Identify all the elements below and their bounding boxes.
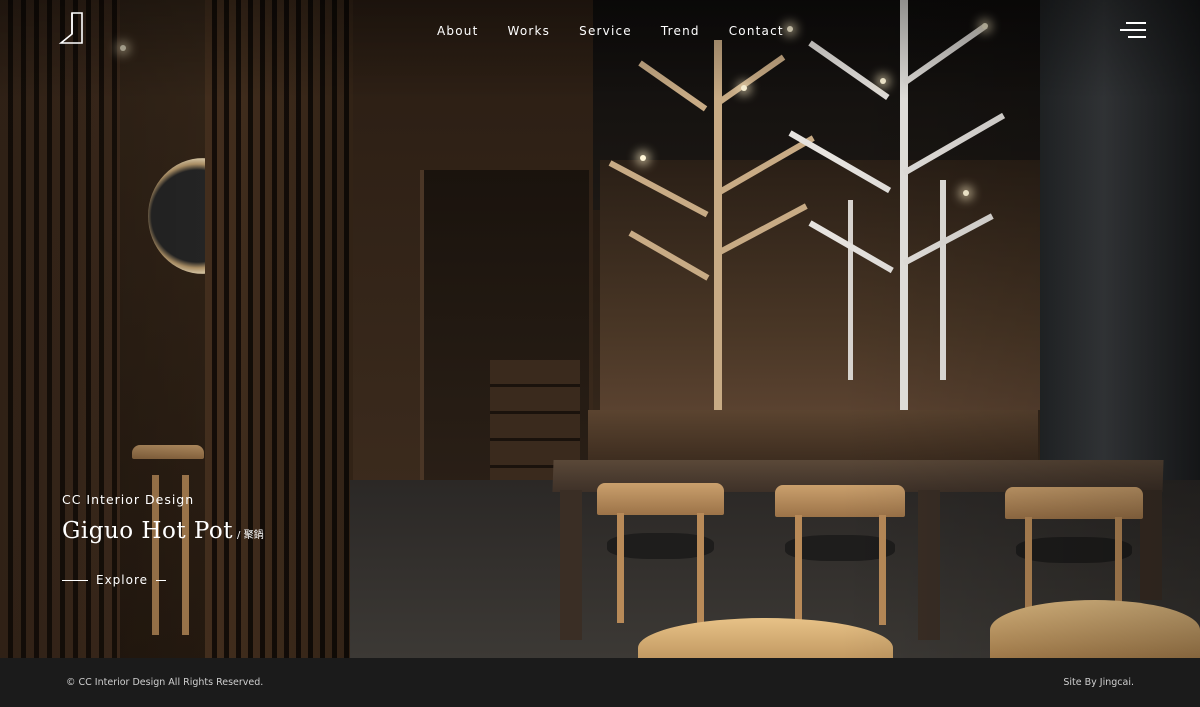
project-subtitle: / 聚鍋 bbox=[237, 530, 264, 541]
nav-item-contact[interactable]: Contact bbox=[729, 24, 784, 38]
explore-label: Explore bbox=[96, 573, 149, 587]
nav-item-works[interactable]: Works bbox=[507, 24, 550, 38]
explore-line-right bbox=[156, 579, 167, 581]
nav-item-about[interactable]: About bbox=[437, 24, 478, 38]
nav-item-trend[interactable]: Trend bbox=[661, 24, 700, 38]
nav-item-service[interactable]: Service bbox=[579, 24, 632, 38]
project-title-block: Giguo Hot Pot / 聚鍋 bbox=[62, 518, 264, 544]
cc-logo-icon[interactable] bbox=[58, 12, 84, 44]
site-header: About Works Service Trend Contact bbox=[0, 0, 1200, 62]
hamburger-menu-icon[interactable] bbox=[1120, 20, 1146, 40]
site-footer: © CC Interior Design All Rights Reserved… bbox=[0, 658, 1200, 707]
copyright-text: © CC Interior Design All Rights Reserved… bbox=[66, 677, 264, 688]
image-vignette bbox=[0, 0, 1200, 658]
project-studio-label: CC Interior Design bbox=[62, 492, 195, 507]
main-nav: About Works Service Trend Contact bbox=[437, 24, 813, 38]
site-credit-link[interactable]: Site By Jingcai. bbox=[1063, 677, 1134, 688]
explore-link[interactable]: Explore bbox=[62, 573, 167, 587]
explore-line-left bbox=[62, 579, 88, 581]
project-title: Giguo Hot Pot bbox=[62, 518, 234, 544]
hero-image bbox=[0, 0, 1200, 658]
cc-logo-icon bbox=[58, 12, 83, 44]
